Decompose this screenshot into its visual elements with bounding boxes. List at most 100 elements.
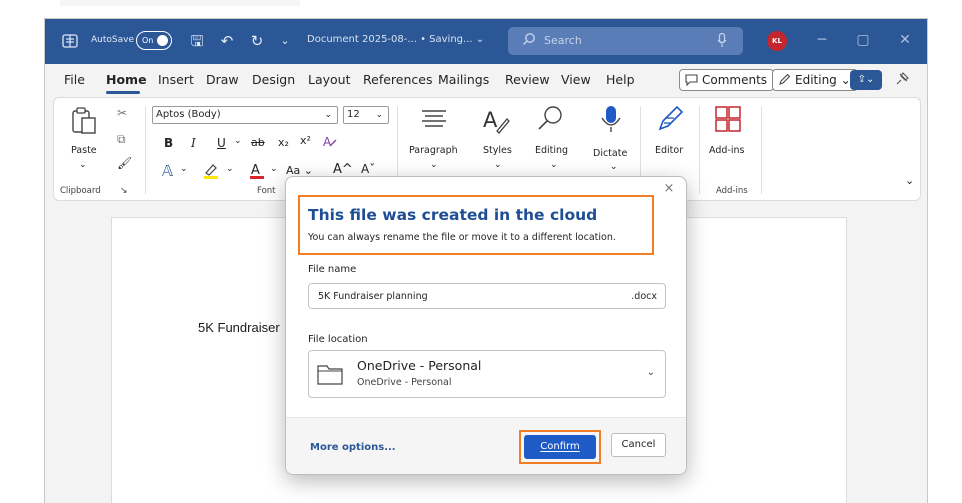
font-name-chevron-icon: ⌄ — [324, 110, 332, 120]
font-color-chevron-icon[interactable]: ⌄ — [270, 164, 278, 174]
cancel-button[interactable]: Cancel — [611, 433, 666, 457]
autosave-label: AutoSave — [91, 35, 134, 45]
strikethrough-button[interactable]: ab — [251, 136, 265, 149]
microphone-icon[interactable] — [717, 33, 727, 48]
more-options-link[interactable]: More options... — [310, 442, 396, 453]
tab-references[interactable]: References — [363, 72, 432, 87]
paragraph-chevron-icon[interactable]: ⌄ — [430, 160, 438, 170]
tab-view[interactable]: View — [561, 72, 591, 87]
document-title[interactable]: Document 2025-08-... • Saving... ⌄ — [307, 34, 484, 45]
minimize-button[interactable]: ─ — [812, 30, 832, 50]
tab-home[interactable]: Home — [106, 72, 147, 87]
tab-review[interactable]: Review — [505, 72, 550, 87]
superscript-button[interactable]: x² — [300, 134, 311, 147]
styles-chevron-icon[interactable]: ⌄ — [494, 160, 502, 170]
menu-bar: File Home Insert Draw Design Layout Refe… — [45, 64, 927, 96]
underline-chevron-icon[interactable]: ⌄ — [234, 136, 242, 146]
clear-formatting-icon[interactable]: A — [322, 134, 338, 150]
highlight-chevron-icon[interactable]: ⌄ — [226, 164, 234, 174]
editing-mode-label: Editing ⌄ — [795, 73, 851, 87]
italic-button[interactable]: I — [191, 136, 196, 150]
find-search-icon[interactable] — [535, 104, 565, 134]
title-bar: AutoSave On 🖫 ↶ ↻ ⌄ Document 2025-08-...… — [45, 19, 927, 64]
pencil-icon — [779, 73, 791, 85]
paste-chevron-icon[interactable]: ⌄ — [79, 160, 87, 170]
svg-text:A: A — [323, 135, 332, 149]
ribbon-pin-icon[interactable] — [894, 71, 910, 87]
add-ins-group-label: Add-ins — [716, 186, 748, 196]
clipboard-launcher-icon[interactable]: ↘ — [120, 186, 128, 196]
editor-pen-icon[interactable] — [655, 104, 685, 134]
search-icon — [523, 33, 535, 45]
autosave-toggle[interactable]: On — [136, 31, 172, 50]
file-location-select[interactable]: OneDrive - Personal OneDrive - Personal … — [308, 350, 666, 398]
comments-button[interactable]: Comments — [679, 69, 775, 91]
customize-chevron-icon[interactable]: ⌄ — [275, 31, 295, 51]
share-button[interactable]: ⇪⌄ — [850, 70, 882, 90]
paste-label[interactable]: Paste — [71, 145, 97, 156]
tab-draw[interactable]: Draw — [206, 72, 239, 87]
top-strip — [60, 0, 300, 6]
file-name-label: File name — [308, 264, 357, 275]
dictate-microphone-icon[interactable] — [596, 104, 626, 134]
redo-icon[interactable]: ↻ — [247, 31, 267, 51]
dictate-label[interactable]: Dictate — [593, 148, 627, 159]
editing-label[interactable]: Editing — [535, 145, 568, 156]
undo-icon[interactable]: ↶ — [217, 31, 237, 51]
font-color-icon[interactable]: A — [249, 161, 265, 180]
ribbon-collapse-chevron-icon[interactable]: ⌄ — [905, 174, 914, 187]
search-box[interactable]: Search — [508, 27, 743, 55]
svg-text:A: A — [483, 108, 498, 132]
tab-mailings[interactable]: Mailings — [438, 72, 489, 87]
paragraph-label[interactable]: Paragraph — [409, 145, 458, 156]
confirm-button[interactable]: Confirm — [524, 435, 596, 459]
shrink-font-button[interactable]: Aˇ — [361, 162, 375, 176]
ribbon-divider — [145, 106, 146, 194]
dialog-title: This file was created in the cloud — [308, 206, 598, 224]
tab-file[interactable]: File — [64, 72, 85, 87]
add-ins-label[interactable]: Add-ins — [709, 145, 744, 156]
tab-insert[interactable]: Insert — [158, 72, 194, 87]
cut-icon[interactable]: ✂ — [117, 106, 127, 120]
styles-label[interactable]: Styles — [483, 145, 512, 156]
autosave-state: On — [142, 36, 154, 45]
save-cloud-dialog: × This file was created in the cloud You… — [285, 176, 687, 475]
editing-mode-button[interactable]: Editing ⌄ — [772, 69, 858, 91]
text-effects-chevron-icon[interactable]: ⌄ — [180, 164, 188, 174]
bold-button[interactable]: B — [164, 136, 173, 150]
ribbon-divider — [699, 106, 700, 194]
dialog-footer: More options... Confirm Cancel — [286, 417, 686, 474]
tab-layout[interactable]: Layout — [308, 72, 351, 87]
font-name-select[interactable]: Aptos (Body) ⌄ — [152, 106, 338, 124]
tab-design[interactable]: Design — [252, 72, 295, 87]
add-ins-grid-icon[interactable] — [713, 104, 743, 134]
paragraph-icon[interactable] — [419, 104, 449, 134]
location-sub: OneDrive - Personal — [357, 377, 452, 388]
file-name-input[interactable]: 5K Fundraiser planning .docx — [308, 283, 666, 309]
copy-icon[interactable]: ⧉ — [117, 132, 126, 147]
underline-button[interactable]: U — [217, 136, 226, 150]
highlight-icon[interactable] — [202, 162, 220, 180]
grow-font-button[interactable]: A^ — [333, 162, 353, 177]
subscript-button[interactable]: x₂ — [278, 136, 289, 149]
comment-icon — [685, 74, 698, 86]
format-painter-icon[interactable]: 🖌 — [117, 156, 132, 170]
font-group-label: Font — [257, 186, 276, 196]
dictate-chevron-icon[interactable]: ⌄ — [610, 162, 618, 172]
avatar[interactable]: KL — [767, 31, 787, 51]
font-size-select[interactable]: 12 ⌄ — [343, 106, 389, 124]
clipboard-group-label: Clipboard — [60, 186, 101, 196]
editor-label[interactable]: Editor — [655, 145, 683, 156]
tab-help[interactable]: Help — [606, 72, 635, 87]
paste-icon[interactable] — [69, 106, 99, 136]
folder-icon — [317, 365, 343, 385]
word-app-icon[interactable] — [62, 33, 78, 49]
document-text[interactable]: 5K Fundraiser — [198, 320, 280, 335]
maximize-button[interactable]: ▢ — [853, 30, 873, 50]
close-window-button[interactable]: ✕ — [895, 30, 915, 50]
dialog-close-button[interactable]: × — [662, 182, 676, 196]
save-icon[interactable]: 🖫 — [187, 31, 207, 51]
styles-icon[interactable]: A — [480, 106, 510, 136]
editing-chevron-icon[interactable]: ⌄ — [550, 160, 558, 170]
text-effects-icon[interactable]: 𝔸 — [162, 162, 173, 180]
